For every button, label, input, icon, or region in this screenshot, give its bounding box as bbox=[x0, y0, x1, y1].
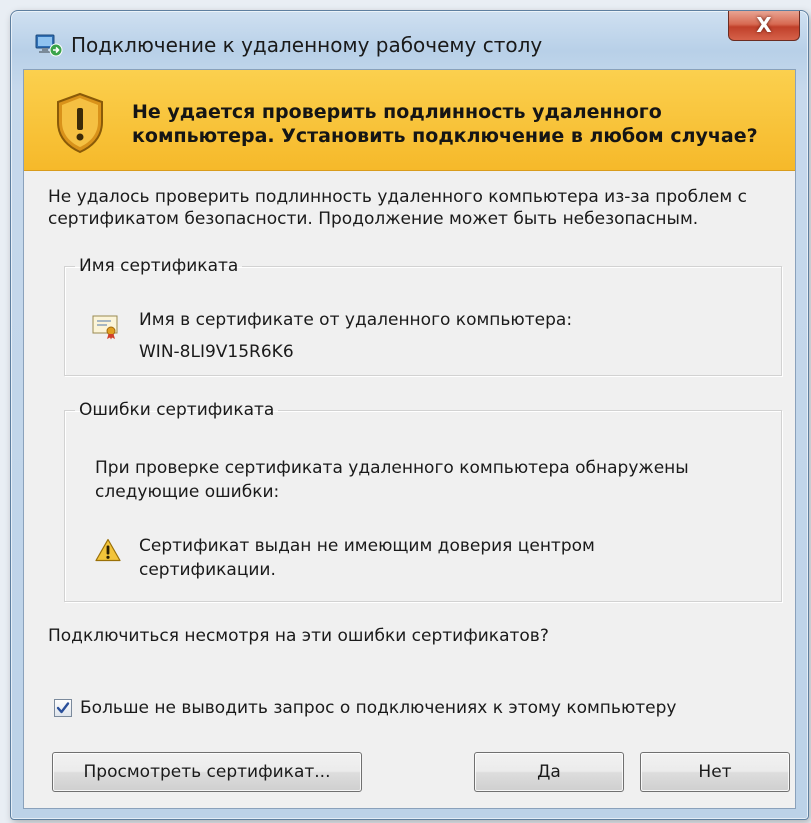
dont-ask-again-checkbox[interactable] bbox=[54, 699, 72, 717]
rdp-security-dialog: Подключение к удаленному рабочему столу … bbox=[10, 10, 809, 820]
certificate-name-group: Имя сертификата Имя в сертификате от уда… bbox=[64, 256, 782, 376]
certificate-errors-group: Ошибки сертификата При проверке сертифик… bbox=[64, 400, 782, 602]
yes-button[interactable]: Да bbox=[474, 752, 624, 792]
view-certificate-button[interactable]: Просмотреть сертификат... bbox=[52, 752, 362, 792]
close-icon: X bbox=[756, 13, 772, 37]
dont-ask-again-label[interactable]: Больше не выводить запрос о подключениях… bbox=[80, 698, 676, 718]
certificate-icon bbox=[92, 315, 118, 340]
warning-icon bbox=[95, 538, 121, 562]
errors-group-legend: Ошибки сертификата bbox=[79, 400, 275, 420]
question-text: Подключиться несмотря на эти ошибки серт… bbox=[48, 626, 549, 646]
certificate-group-legend: Имя сертификата bbox=[79, 256, 239, 276]
banner-heading: Не удается проверить подлинность удаленн… bbox=[132, 101, 758, 147]
dont-ask-again-option[interactable]: Больше не выводить запрос о подключениях… bbox=[54, 696, 676, 720]
description-text: Не удалось проверить подлинность удаленн… bbox=[48, 187, 747, 229]
remote-desktop-icon bbox=[35, 34, 63, 57]
warning-banner: Не удается проверить подлинность удаленн… bbox=[24, 70, 795, 171]
error-item-text: Сертификат выдан не имеющим доверия цент… bbox=[139, 536, 595, 580]
title-bar[interactable]: Подключение к удаленному рабочему столу … bbox=[11, 11, 808, 69]
certificate-label: Имя в сертификате от удаленного компьюте… bbox=[139, 310, 573, 330]
dialog-content: Не удается проверить подлинность удаленн… bbox=[23, 69, 796, 809]
no-button[interactable]: Нет bbox=[640, 752, 790, 792]
certificate-name: WIN-8LI9V15R6K6 bbox=[139, 342, 294, 362]
close-button[interactable]: X bbox=[728, 11, 800, 41]
shield-warning-icon bbox=[57, 92, 103, 154]
window-title: Подключение к удаленному рабочему столу bbox=[71, 33, 543, 57]
errors-intro-text: При проверке сертификата удаленного комп… bbox=[95, 458, 689, 502]
checkmark-icon bbox=[56, 702, 70, 714]
